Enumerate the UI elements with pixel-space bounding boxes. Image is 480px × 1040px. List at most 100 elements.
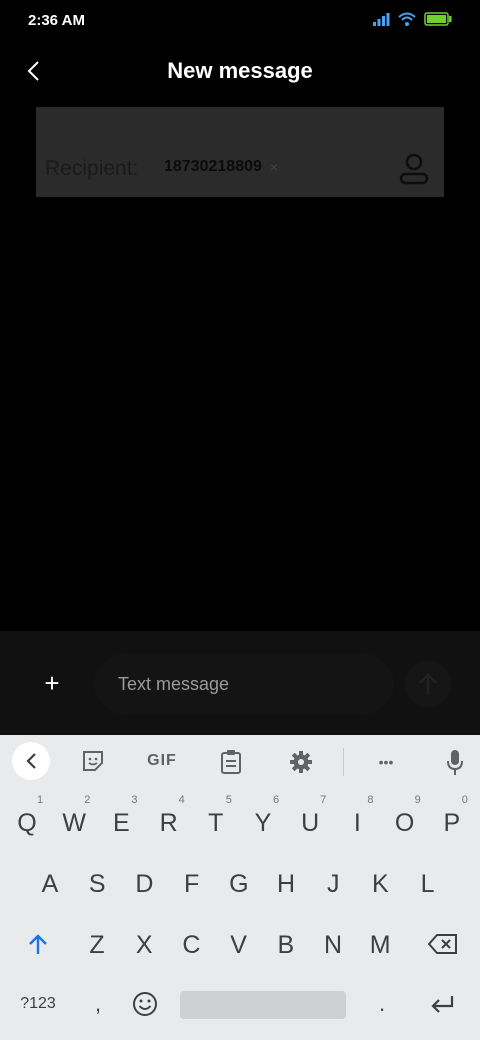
- key-label: C: [182, 931, 201, 959]
- key-label: P: [443, 809, 461, 837]
- settings-button[interactable]: [286, 747, 316, 777]
- key-h[interactable]: H: [263, 858, 309, 910]
- key-label: W: [62, 809, 86, 837]
- keyboard-collapse-button[interactable]: [12, 742, 50, 780]
- add-attachment-button[interactable]: +: [40, 668, 64, 698]
- emoji-icon: [133, 992, 157, 1016]
- backspace-key[interactable]: [420, 918, 466, 970]
- key-hint: 6: [273, 794, 280, 806]
- key-a[interactable]: A: [27, 858, 73, 910]
- key-label: X: [135, 931, 153, 959]
- voice-input-button[interactable]: [442, 746, 468, 778]
- key-label: Y: [254, 809, 272, 837]
- status-time: 2:36 AM: [28, 12, 85, 29]
- key-hint: 4: [178, 794, 185, 806]
- toolbar-divider: [343, 748, 344, 776]
- key-hint: 7: [320, 794, 327, 806]
- key-label: T: [208, 809, 224, 837]
- page-title: New message: [167, 58, 313, 83]
- key-b[interactable]: B: [263, 919, 309, 971]
- key-e[interactable]: E3: [98, 794, 144, 849]
- key-hint: 2: [84, 794, 91, 806]
- key-z[interactable]: Z: [74, 919, 120, 971]
- key-j[interactable]: J: [310, 858, 356, 910]
- send-button[interactable]: [405, 661, 451, 707]
- key-u[interactable]: U7: [287, 794, 333, 849]
- contact-person-icon: [399, 153, 429, 185]
- key-m[interactable]: M: [357, 919, 403, 971]
- recipient-field[interactable]: [36, 107, 444, 197]
- sticker-button[interactable]: [78, 746, 108, 776]
- space-key[interactable]: [180, 991, 346, 1019]
- key-hint: 1: [37, 794, 44, 806]
- key-x[interactable]: X: [121, 919, 167, 971]
- key-label: O: [394, 809, 415, 837]
- recipient-chip[interactable]: 18730218809 ×: [164, 158, 278, 176]
- key-label: Q: [17, 809, 37, 837]
- key-g[interactable]: G: [216, 858, 262, 910]
- recipient-label: Recipient:: [45, 157, 139, 180]
- key-hint: 3: [131, 794, 138, 806]
- recipient-chip-number: 18730218809: [164, 158, 262, 175]
- key-label: F: [183, 870, 200, 898]
- shift-key[interactable]: [14, 918, 62, 970]
- collapse-icon: [26, 753, 36, 769]
- key-label: B: [277, 931, 295, 959]
- key-v[interactable]: V: [216, 919, 262, 971]
- key-label: V: [230, 931, 247, 959]
- key-o[interactable]: O9: [382, 794, 428, 849]
- key-label: N: [323, 931, 343, 959]
- contact-picker-button[interactable]: [398, 152, 430, 186]
- key-label: K: [372, 870, 389, 898]
- key-label: U: [301, 809, 320, 837]
- shift-arrow-icon: [29, 934, 47, 954]
- key-label: S: [88, 870, 106, 898]
- period-key[interactable]: .: [364, 980, 400, 1028]
- key-t[interactable]: T5: [193, 794, 239, 849]
- chip-remove-icon[interactable]: ×: [270, 159, 278, 175]
- battery-icon: [424, 12, 452, 26]
- key-label: G: [229, 870, 249, 898]
- status-icons: [372, 12, 452, 26]
- key-y[interactable]: Y6: [240, 794, 286, 849]
- key-w[interactable]: W2: [51, 794, 97, 849]
- key-c[interactable]: C: [168, 919, 214, 971]
- key-n[interactable]: N: [310, 919, 356, 971]
- key-label: J: [326, 870, 340, 898]
- key-hint: 9: [414, 794, 421, 806]
- settings-icon: [290, 751, 312, 773]
- key-label: R: [159, 809, 178, 837]
- key-k[interactable]: K: [357, 858, 403, 910]
- key-d[interactable]: D: [121, 858, 167, 910]
- enter-key[interactable]: [420, 982, 464, 1026]
- key-label: D: [135, 870, 154, 898]
- key-i[interactable]: I8: [334, 794, 380, 849]
- message-placeholder: Text message: [118, 674, 230, 694]
- key-label: I: [353, 809, 361, 837]
- key-label: Z: [89, 931, 105, 959]
- key-f[interactable]: F: [169, 858, 215, 910]
- key-label: H: [276, 870, 296, 898]
- signal-icon: [373, 13, 390, 26]
- key-l[interactable]: L: [405, 858, 451, 910]
- key-q[interactable]: Q1: [4, 794, 50, 849]
- sticker-icon: [83, 751, 103, 771]
- key-hint: 0: [461, 794, 468, 806]
- send-arrow-icon: [419, 673, 437, 694]
- key-hint: 8: [367, 794, 374, 806]
- key-label: M: [369, 931, 391, 959]
- clipboard-button[interactable]: [216, 746, 246, 778]
- wifi-icon: [398, 12, 416, 26]
- key-r[interactable]: R4: [146, 794, 192, 849]
- mic-icon: [447, 750, 463, 775]
- clipboard-icon: [221, 750, 241, 774]
- key-p[interactable]: P0: [429, 794, 475, 849]
- more-button[interactable]: •••: [370, 748, 402, 776]
- comma-key[interactable]: ,: [80, 980, 116, 1028]
- enter-arrow-icon: [431, 996, 454, 1013]
- gif-button[interactable]: GIF: [140, 746, 184, 776]
- key-s[interactable]: S: [74, 858, 120, 910]
- key-hint: 5: [225, 794, 232, 806]
- emoji-key[interactable]: [124, 983, 166, 1025]
- symbols-key[interactable]: ?123: [12, 980, 64, 1028]
